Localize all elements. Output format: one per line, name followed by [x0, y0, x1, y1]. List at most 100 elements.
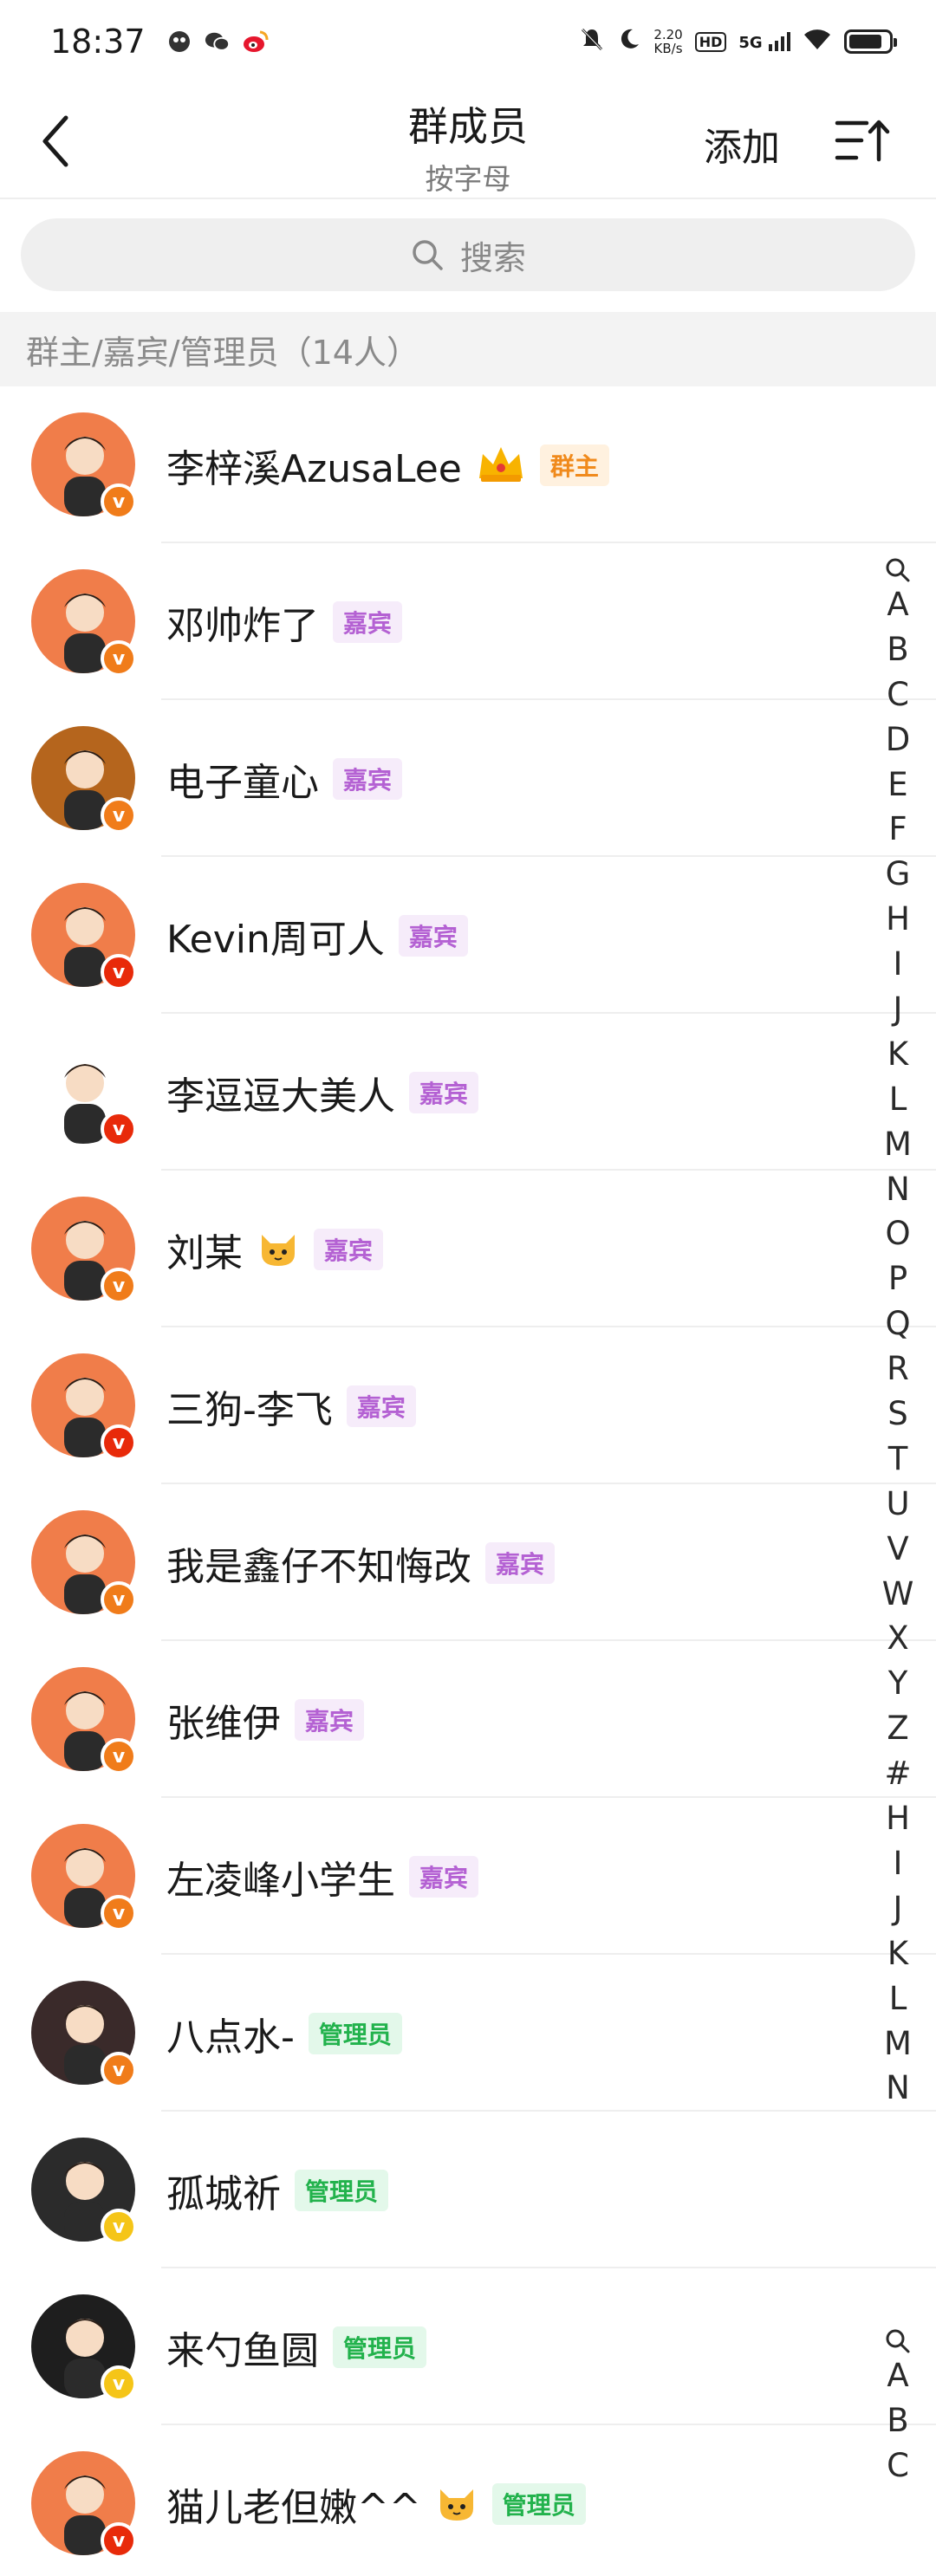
- index-letter[interactable]: X: [882, 1616, 914, 1661]
- app-notification-icon: [166, 29, 192, 55]
- index-search-icon[interactable]: [884, 556, 912, 582]
- index-letter[interactable]: D: [882, 717, 914, 762]
- verified-badge-icon: v: [101, 797, 137, 834]
- member-name-line: 邓帅炸了 嘉宾: [166, 543, 403, 700]
- member-row[interactable]: v Kevin周可人 嘉宾: [0, 857, 936, 1014]
- role-badge: 嘉宾: [485, 1541, 556, 1584]
- header-divider: [0, 198, 936, 199]
- status-notification-icons: [166, 29, 269, 55]
- index-letter[interactable]: #: [882, 1751, 914, 1796]
- index-letter[interactable]: V: [882, 1527, 914, 1572]
- member-row[interactable]: v 电子童心 嘉宾: [0, 700, 936, 857]
- index-letter[interactable]: R: [882, 1346, 914, 1392]
- index-letter[interactable]: F: [882, 807, 914, 852]
- index-letter[interactable]: H: [882, 1796, 914, 1841]
- index-letter[interactable]: I: [882, 1841, 914, 1886]
- index-letter[interactable]: C: [887, 2443, 909, 2488]
- verified-badge-icon: v: [101, 954, 137, 990]
- member-row[interactable]: v 三狗-李飞 嘉宾: [0, 1327, 936, 1484]
- index-letter[interactable]: H: [882, 897, 914, 942]
- index-letter[interactable]: W: [882, 1572, 914, 1617]
- member-name-line: 张维伊 嘉宾: [166, 1641, 365, 1798]
- member-name: 李逗逗大美人: [166, 1074, 395, 1119]
- role-badge: 管理员: [308, 2012, 402, 2054]
- verified-badge-icon: v: [101, 1111, 137, 1147]
- role-badge: 管理员: [491, 2482, 586, 2525]
- index-letter[interactable]: O: [882, 1211, 914, 1256]
- search-icon: [413, 240, 443, 270]
- member-row[interactable]: v 八点水- 管理员: [0, 1955, 936, 2112]
- member-name: Kevin周可人: [166, 917, 385, 962]
- index-letter[interactable]: A: [882, 582, 914, 627]
- member-row[interactable]: v 来勺鱼圆 管理员: [0, 2268, 936, 2425]
- index-letter[interactable]: M: [882, 2021, 914, 2067]
- verified-badge-icon: v: [101, 2522, 137, 2559]
- verified-badge-icon: v: [101, 1581, 137, 1618]
- verified-badge-icon: v: [101, 2209, 137, 2245]
- index-letter[interactable]: M: [882, 1122, 914, 1167]
- sort-button[interactable]: [834, 116, 894, 168]
- index-letter[interactable]: J: [882, 1886, 914, 1931]
- index-letter[interactable]: E: [882, 762, 914, 808]
- search-input[interactable]: 搜索: [21, 218, 915, 291]
- index-letter[interactable]: G: [882, 852, 914, 897]
- index-letter[interactable]: K: [882, 1032, 914, 1077]
- index-letter[interactable]: L: [882, 1976, 914, 2021]
- verified-badge-icon: v: [101, 2365, 137, 2402]
- member-row[interactable]: v 孤城祈 管理员: [0, 2112, 936, 2268]
- index-letter[interactable]: J: [882, 987, 914, 1032]
- verified-badge-icon: v: [101, 1738, 137, 1775]
- member-name-line: 左凌峰小学生 嘉宾: [166, 1798, 479, 1955]
- index-letter[interactable]: N: [882, 2066, 914, 2111]
- index-letter[interactable]: K: [882, 1931, 914, 1976]
- alphabet-index-overlay[interactable]: ABC: [874, 2329, 922, 2488]
- member-row[interactable]: v 左凌峰小学生 嘉宾: [0, 1798, 936, 1955]
- member-row[interactable]: v 我是鑫仔不知悔改 嘉宾: [0, 1484, 936, 1641]
- member-name-line: 刘某 嘉宾: [166, 1171, 384, 1327]
- member-row[interactable]: v 李逗逗大美人 嘉宾: [0, 1014, 936, 1171]
- moon-icon: [617, 27, 641, 56]
- index-letter[interactable]: B: [887, 2398, 909, 2443]
- role-badge: 嘉宾: [333, 600, 403, 643]
- verified-badge-icon: v: [101, 2052, 137, 2088]
- back-button[interactable]: [31, 111, 80, 172]
- member-name-line: Kevin周可人 嘉宾: [166, 857, 468, 1014]
- member-name: 李梓溪AzusaLee: [166, 446, 462, 491]
- weibo-icon: [243, 29, 269, 55]
- index-letter[interactable]: P: [882, 1256, 914, 1301]
- battery-icon: [844, 29, 897, 54]
- verified-badge-icon: v: [101, 1424, 137, 1461]
- index-letter[interactable]: L: [882, 1077, 914, 1122]
- index-letter[interactable]: C: [882, 672, 914, 717]
- index-letter[interactable]: Q: [882, 1301, 914, 1346]
- verified-badge-icon: v: [101, 640, 137, 677]
- member-name: 电子童心: [166, 760, 319, 805]
- index-search-icon-overlay[interactable]: [884, 2327, 912, 2353]
- index-letter[interactable]: A: [887, 2353, 909, 2398]
- index-letter[interactable]: N: [882, 1167, 914, 1212]
- add-button[interactable]: 添加: [704, 116, 780, 172]
- index-letter[interactable]: Z: [882, 1706, 914, 1751]
- index-letter[interactable]: U: [882, 1482, 914, 1527]
- member-name-line: 孤城祈 管理员: [166, 2112, 389, 2268]
- member-name: 三狗-李飞: [166, 1387, 333, 1432]
- hd-badge: HD: [694, 31, 727, 52]
- verified-badge-icon: v: [101, 1268, 137, 1304]
- member-row[interactable]: v 猫儿老但嫩^^ 管理员: [0, 2425, 936, 2576]
- index-letter[interactable]: S: [882, 1392, 914, 1437]
- index-letter[interactable]: B: [882, 627, 914, 672]
- index-letter[interactable]: Y: [882, 1661, 914, 1706]
- member-name: 左凌峰小学生: [166, 1858, 395, 1903]
- member-name: 八点水-: [166, 2015, 295, 2060]
- member-name: 孤城祈: [166, 2171, 281, 2216]
- member-row[interactable]: v 刘某 嘉宾: [0, 1171, 936, 1327]
- member-row[interactable]: v 张维伊 嘉宾: [0, 1641, 936, 1798]
- index-letter[interactable]: I: [882, 942, 914, 987]
- member-row[interactable]: v 李梓溪AzusaLee 群主: [0, 386, 936, 543]
- index-letter[interactable]: T: [882, 1437, 914, 1482]
- verified-badge-icon: v: [101, 1895, 137, 1931]
- alphabet-index[interactable]: A B C D E F G H I J K L M N O P Q R S T U V W X Y Z # H I J K L M N: [874, 558, 922, 2111]
- mute-icon: [579, 26, 605, 57]
- member-row[interactable]: v 邓帅炸了 嘉宾: [0, 543, 936, 700]
- role-badge: 嘉宾: [409, 1855, 479, 1898]
